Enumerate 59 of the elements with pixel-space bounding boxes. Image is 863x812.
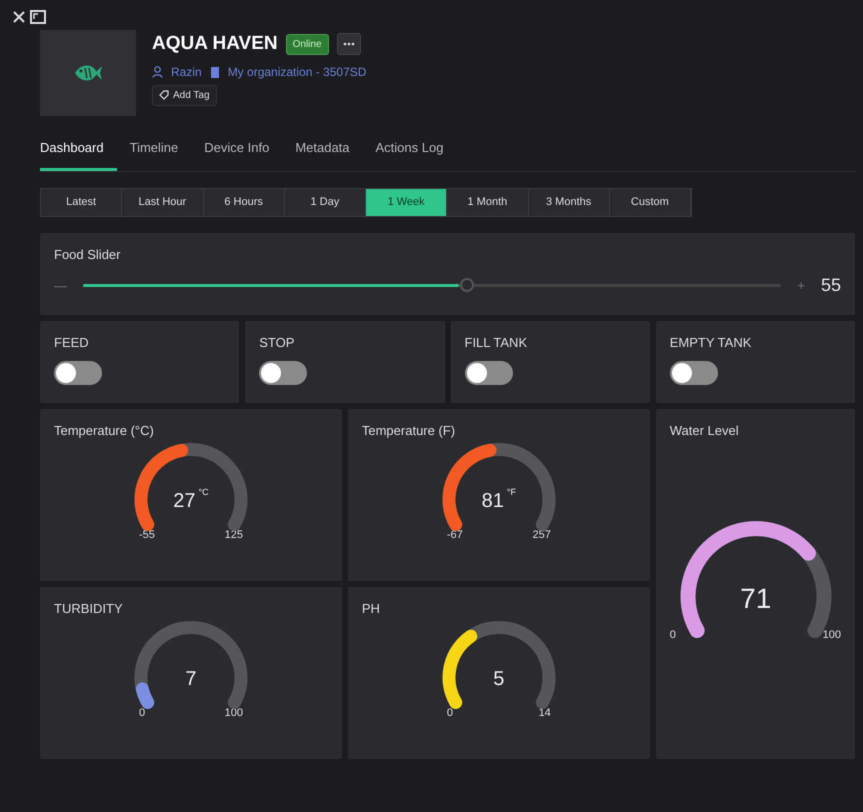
gauge-title: Temperature (F) [362, 422, 456, 440]
toggle-switch[interactable] [259, 360, 308, 384]
gauge-unit: °C [198, 486, 209, 499]
time-range-button[interactable]: 6 Hours [204, 188, 285, 216]
gauge-max: 100 [822, 628, 841, 642]
tab[interactable]: Actions Log [362, 132, 456, 170]
gauge-unit: °F [506, 486, 516, 499]
time-range-button[interactable]: Last Hour [122, 188, 204, 216]
slider-thumb[interactable] [460, 278, 474, 292]
ellipsis-icon [342, 42, 355, 46]
gauge-value: 7 [185, 667, 196, 692]
tab[interactable]: Device Info [191, 132, 282, 170]
toggle-switch[interactable] [54, 360, 102, 384]
gauge-min: -55 [138, 528, 155, 542]
gauge-title: TURBIDITY [54, 600, 124, 618]
gauge-title: Temperature (°C) [54, 422, 155, 440]
tab[interactable]: Metadata [282, 132, 363, 170]
fish-icon [73, 63, 103, 83]
switch-label: FEED [54, 334, 90, 352]
gauge-max: 257 [532, 528, 551, 542]
time-range-button[interactable]: 3 Months [528, 188, 610, 216]
organization-link[interactable]: My organization - 3507SD [228, 62, 366, 80]
tab[interactable]: Dashboard [40, 132, 117, 170]
expand-icon[interactable] [30, 10, 46, 24]
gauge-min: 0 [138, 706, 146, 720]
person-icon [152, 66, 163, 78]
slider-value: 55 [820, 274, 841, 297]
gauge-min: 0 [670, 628, 676, 642]
slider-title: Food Slider [54, 246, 122, 264]
gauge-min: 0 [446, 706, 453, 720]
gauge-max: 125 [224, 528, 243, 542]
switch-label: STOP [259, 334, 296, 352]
gauge-value: 27 [173, 489, 196, 514]
tab[interactable]: Timeline [116, 132, 192, 170]
time-range-button[interactable]: 1 Week [366, 188, 448, 216]
building-icon [210, 66, 220, 78]
switch-label: EMPTY TANK [670, 334, 752, 352]
gauge-value: 5 [493, 667, 504, 692]
close-icon[interactable] [12, 10, 26, 24]
gauge-title: Water Level [670, 422, 740, 440]
time-range-button[interactable]: Latest [41, 188, 122, 216]
status-badge: Online [286, 34, 329, 55]
tag-icon [159, 90, 169, 100]
add-tag-button[interactable]: Add Tag [152, 84, 217, 106]
switch-label: FILL TANK [464, 334, 528, 352]
slider-fill[interactable] [83, 284, 460, 287]
toggle-switch[interactable] [670, 360, 718, 384]
gauge-title: PH [362, 600, 381, 618]
device-name: AQUA HAVEN [152, 32, 278, 56]
gauge-min: -67 [446, 528, 463, 542]
toggle-switch[interactable] [464, 360, 512, 384]
time-range-button[interactable]: Custom [610, 188, 691, 216]
gauge-value: 81 [482, 489, 504, 514]
more-button[interactable] [336, 33, 361, 56]
time-range-button[interactable]: 1 Month [447, 188, 528, 216]
gauge-max: 100 [224, 706, 243, 720]
gauge-max: 14 [538, 706, 551, 720]
owner-link[interactable]: Razin [171, 62, 202, 80]
gauge-value: 71 [740, 582, 772, 616]
